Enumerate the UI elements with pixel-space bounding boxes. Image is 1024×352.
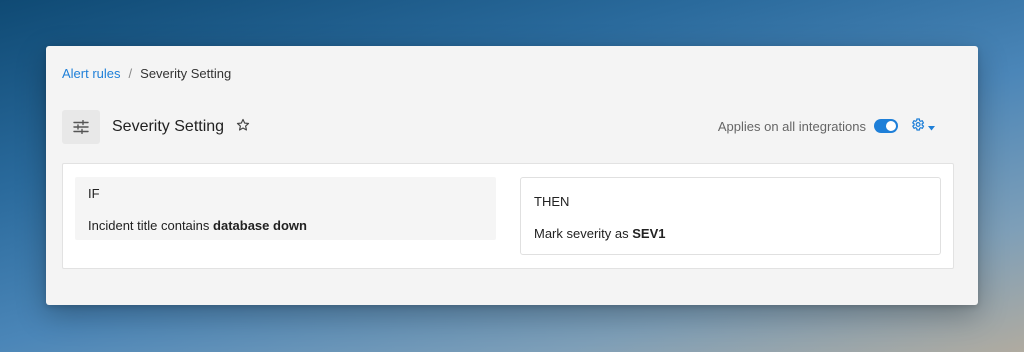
if-condition-text: Incident title contains database down (88, 218, 307, 233)
if-heading: IF (88, 186, 100, 201)
rule-header: Severity Setting Applies on all integrat… (62, 110, 952, 144)
then-action-value: SEV1 (632, 226, 666, 241)
then-action-box: THEN Mark severity as SEV1 (520, 177, 941, 255)
alert-rule-window: Alert rules / Severity Setting Severity … (46, 46, 978, 305)
breadcrumb-alert-rules-link[interactable]: Alert rules (62, 66, 121, 81)
caret-down-icon (928, 118, 935, 136)
star-outline-icon[interactable] (236, 118, 250, 137)
then-action-text: Mark severity as SEV1 (534, 226, 666, 241)
if-condition-value: database down (213, 218, 307, 233)
then-action-prefix: Mark severity as (534, 226, 629, 241)
if-condition-box: IF Incident title contains database down (75, 177, 496, 240)
page-title: Severity Setting (112, 118, 225, 135)
breadcrumb-current: Severity Setting (140, 66, 232, 81)
then-heading: THEN (534, 194, 570, 209)
toggle-knob (886, 121, 896, 131)
applies-toggle[interactable] (874, 119, 898, 133)
breadcrumb-separator: / (128, 66, 133, 81)
sliders-icon (62, 110, 100, 144)
if-condition-prefix: Incident title contains (88, 218, 210, 233)
breadcrumb: Alert rules / Severity Setting (62, 66, 231, 81)
gear-icon (910, 117, 925, 137)
applies-label: Applies on all integrations (717, 119, 866, 134)
rule-panel: IF Incident title contains database down… (62, 163, 954, 269)
settings-dropdown-button[interactable] (910, 116, 944, 138)
